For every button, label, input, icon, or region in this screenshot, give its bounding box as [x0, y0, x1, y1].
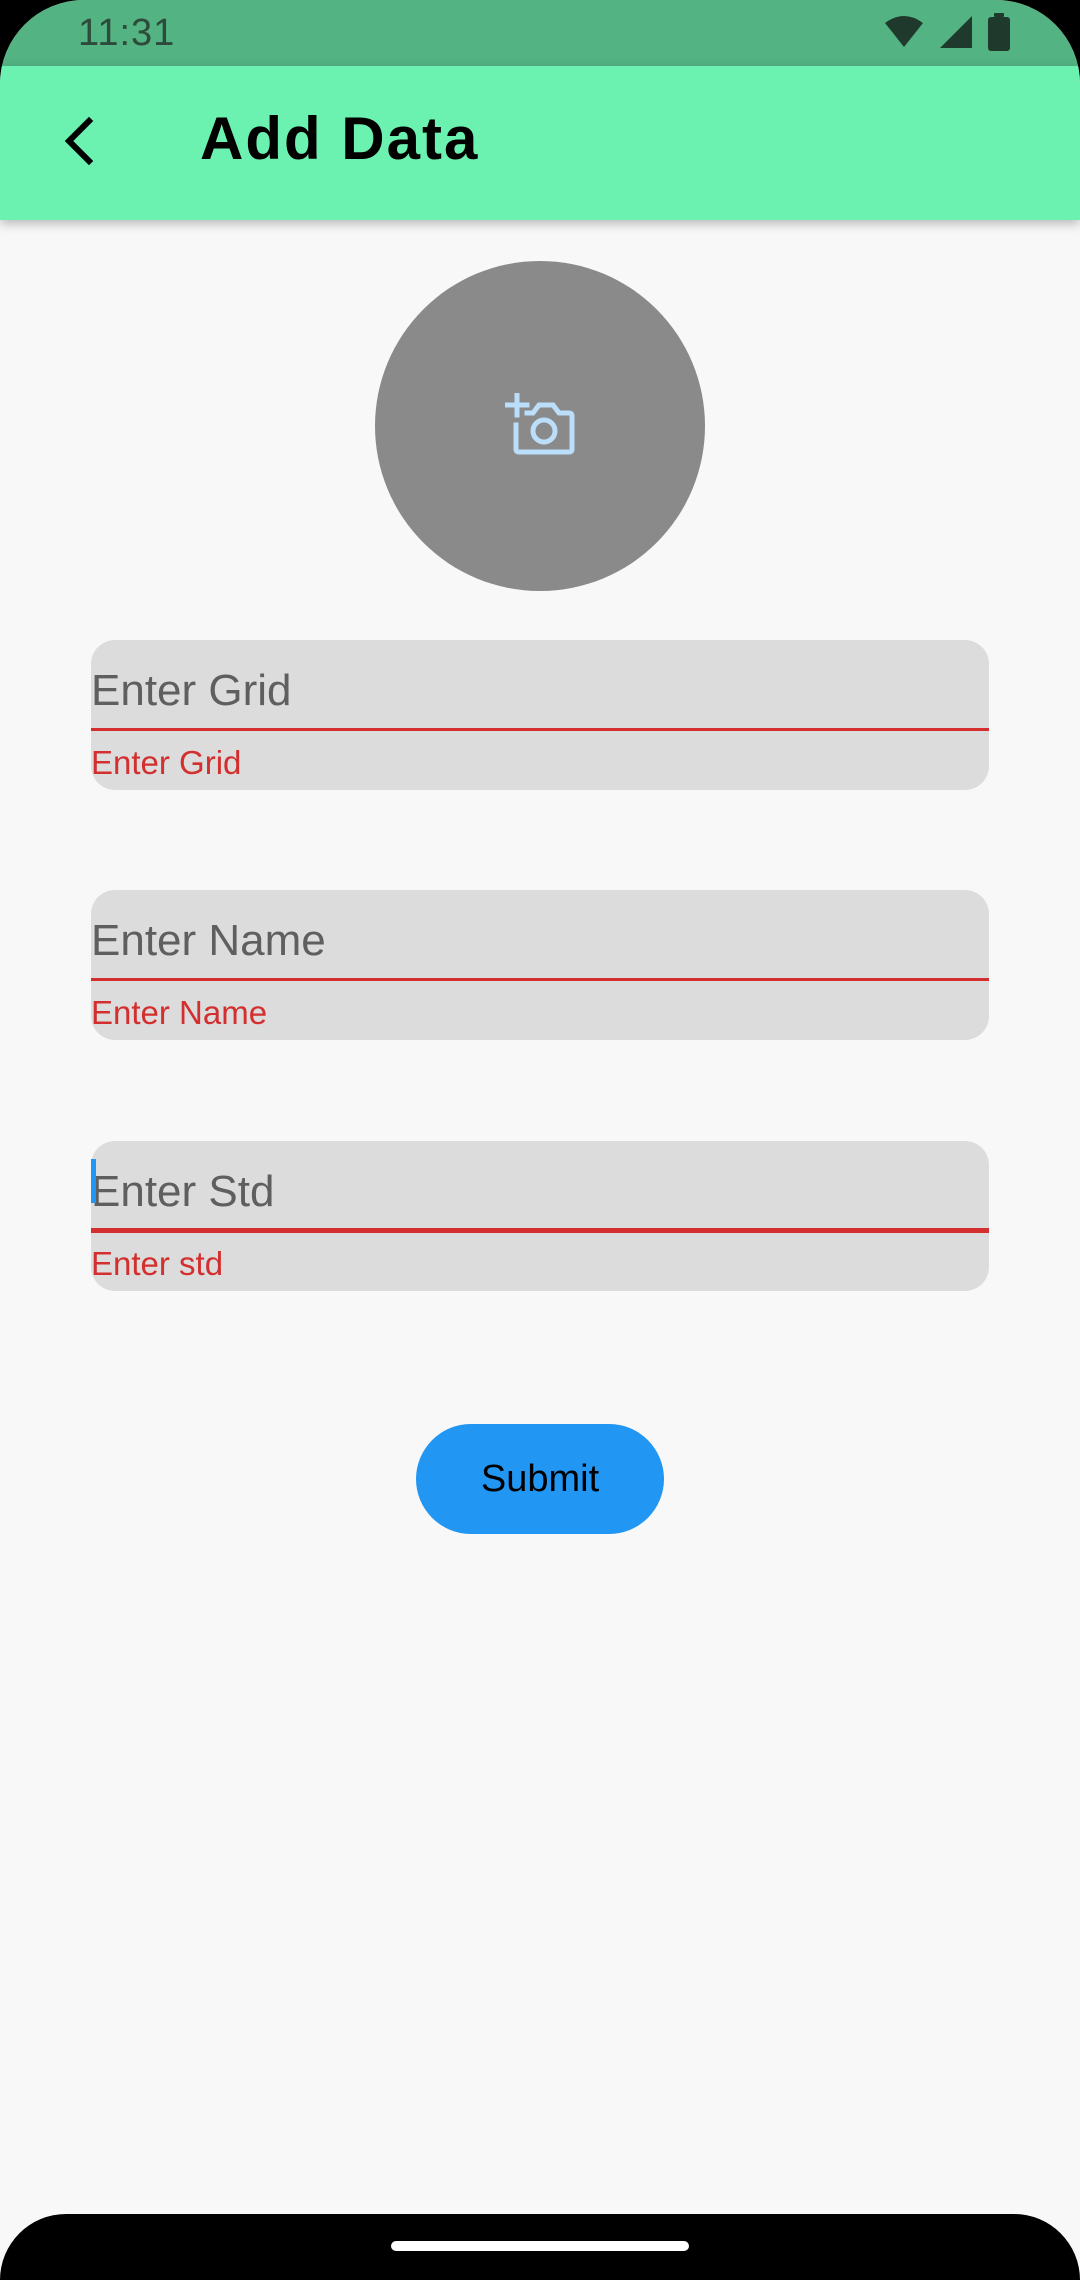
std-error: Enter std [91, 1245, 224, 1282]
screen: 11:31 Add Data Enter Grid Enter Grid Ent… [0, 0, 1080, 2280]
grid-field: Enter Grid [91, 640, 989, 790]
std-input[interactable] [91, 1141, 989, 1229]
wifi-icon [884, 15, 924, 54]
grid-error: Enter Grid [91, 744, 242, 781]
app-bar: Add Data [0, 66, 1080, 220]
status-icons [884, 12, 1010, 56]
std-field: Enter std [91, 1141, 989, 1291]
status-time: 11:31 [78, 12, 176, 54]
status-bar: 11:31 [0, 0, 1080, 66]
name-field: Enter Name [91, 890, 989, 1040]
chevron-left-icon [59, 116, 99, 170]
name-underline [91, 978, 989, 981]
name-input[interactable] [91, 890, 989, 978]
battery-icon [988, 12, 1010, 56]
grid-underline [91, 728, 989, 731]
back-button[interactable] [42, 106, 116, 180]
name-error: Enter Name [91, 994, 268, 1031]
text-cursor [91, 1159, 96, 1203]
add-camera-icon [504, 392, 575, 460]
submit-button[interactable]: Submit [416, 1424, 664, 1534]
page-title: Add Data [200, 105, 480, 172]
signal-icon [938, 14, 974, 55]
home-indicator[interactable] [391, 2241, 689, 2251]
grid-input[interactable] [91, 640, 989, 728]
std-underline [91, 1228, 989, 1233]
photo-picker[interactable] [375, 261, 705, 591]
